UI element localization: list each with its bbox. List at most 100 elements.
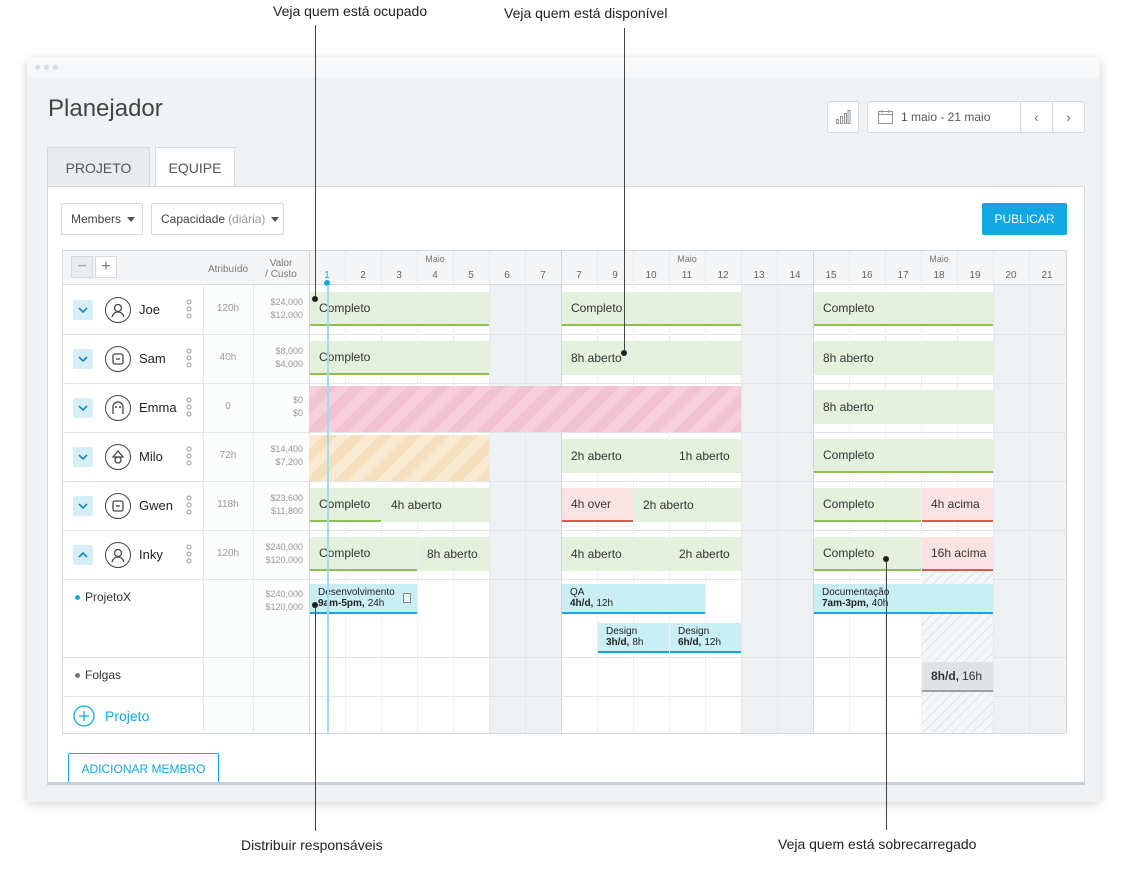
project-cost: $120,000: [265, 602, 303, 612]
overbooked-segment[interactable]: 4h over: [562, 488, 633, 522]
member-menu-button[interactable]: [185, 297, 193, 321]
value-header-line1: Valor: [269, 258, 293, 269]
avatar: [105, 395, 131, 421]
more-vertical-icon: [186, 397, 192, 417]
capacity-segment[interactable]: Completo: [562, 292, 741, 326]
chevron-right-icon: ›: [1066, 109, 1071, 125]
tab-equipe[interactable]: EQUIPE: [155, 147, 235, 188]
capacity-segment[interactable]: 2h aberto: [634, 488, 741, 522]
task-bar[interactable]: Documentação 7am-3pm, 40h: [814, 584, 993, 614]
member-assigned-hours: 118h: [217, 499, 239, 510]
month-label: Maio: [677, 254, 697, 264]
members-dropdown[interactable]: Members: [61, 203, 143, 235]
capacity-segment[interactable]: 2h aberto: [562, 439, 669, 473]
task-time: 7am-3pm,: [822, 598, 869, 609]
member-menu-button[interactable]: [185, 444, 193, 468]
task-time: 6h/d,: [678, 637, 702, 648]
callout-leader: [624, 28, 625, 354]
schedule-grid: − + Atribuído Valor / Custo Maio Maio Maio 1…: [62, 250, 1067, 734]
task-schedule: 3h/d, 8h: [606, 637, 669, 648]
capacity-label: Capacidade: [161, 212, 226, 226]
members-label: Members: [71, 212, 122, 226]
member-menu-button[interactable]: [185, 346, 193, 370]
next-range-button[interactable]: ›: [1052, 102, 1084, 132]
date-range-label: 1 maio - 21 maio: [901, 110, 991, 124]
add-member-button[interactable]: ADICIONAR MEMBRO: [68, 753, 219, 785]
capacity-segment[interactable]: Completo: [814, 537, 921, 571]
more-vertical-icon: [186, 544, 192, 564]
timeoff-name: Folgas: [85, 668, 122, 682]
task-time: 9am-5pm,: [318, 598, 365, 609]
capacity-segment[interactable]: Completo: [814, 488, 921, 522]
month-label: Maio: [929, 254, 949, 264]
task-bar[interactable]: QA 4h/d, 12h: [562, 584, 705, 614]
capacity-segment[interactable]: Completo: [310, 292, 489, 326]
capacity-segment[interactable]: Completo: [310, 488, 381, 522]
member-value: $24,000: [270, 297, 303, 307]
add-project-button[interactable]: Projeto: [73, 705, 149, 727]
member-value: $240,000: [265, 542, 303, 552]
capacity-segment[interactable]: 8h aberto: [562, 341, 741, 375]
capacity-segment[interactable]: 4h aberto: [382, 488, 489, 522]
capacity-segment[interactable]: 2h aberto: [670, 537, 741, 571]
more-vertical-icon: [186, 495, 192, 515]
row-divider: [63, 530, 1066, 531]
member-name: Joe: [139, 302, 160, 317]
expand-member-button[interactable]: [73, 300, 93, 320]
callout-leader: [886, 560, 887, 830]
expand-member-button[interactable]: [73, 349, 93, 369]
expand-member-button[interactable]: [73, 398, 93, 418]
expand-all-button[interactable]: +: [95, 256, 117, 278]
day-label: 6: [504, 270, 510, 281]
capacity-segment[interactable]: 8h aberto: [814, 341, 993, 375]
weekend-shade: [741, 285, 777, 733]
page-title: Planejador: [48, 95, 163, 122]
capacity-dropdown[interactable]: Capacidade (diária): [151, 203, 284, 235]
capacity-segment[interactable]: Completo: [814, 292, 993, 326]
expand-member-button[interactable]: [73, 447, 93, 467]
task-bar[interactable]: Design 6h/d, 12h: [670, 623, 741, 653]
task-bar[interactable]: Design 3h/d, 8h: [598, 623, 669, 653]
capacity-segment[interactable]: 8h aberto: [814, 390, 993, 424]
day-label: 12: [717, 270, 729, 281]
caret-down-icon: [271, 216, 280, 222]
add-circle-icon: [73, 705, 95, 727]
capacity-segment[interactable]: Completo: [814, 439, 993, 473]
minus-icon: −: [77, 258, 87, 275]
chart-view-button[interactable]: [827, 101, 859, 133]
chevron-down-icon: [78, 356, 88, 362]
capacity-segment[interactable]: Completo: [310, 341, 489, 375]
timeoff-dot: [75, 673, 80, 678]
member-menu-button[interactable]: [185, 493, 193, 517]
panel-shadow: [47, 782, 1085, 785]
grid-header: − + Atribuído Valor / Custo Maio Maio Maio 1…: [63, 251, 1066, 286]
prev-range-button[interactable]: ‹: [1020, 102, 1052, 132]
collapse-all-button[interactable]: −: [71, 256, 93, 278]
more-vertical-icon: [186, 446, 192, 466]
window-dot-icon: [44, 64, 49, 70]
callout-overloaded: Veja quem está sobrecarregado: [778, 836, 977, 852]
expand-member-button[interactable]: [73, 545, 93, 565]
plus-icon: +: [101, 258, 111, 275]
member-cost: $7,200: [275, 457, 303, 467]
robot-icon: [112, 353, 124, 365]
day-gridline: [1029, 251, 1030, 733]
timeoff-bar[interactable]: 8h/d, 16h: [922, 662, 993, 692]
capacity-segment[interactable]: 1h aberto: [670, 439, 741, 473]
capacity-segment[interactable]: 8h aberto: [418, 537, 489, 571]
member-cost: $0: [292, 408, 303, 418]
task-title: Documentação: [822, 587, 890, 598]
tab-projeto[interactable]: PROJETO: [47, 147, 150, 187]
member-menu-button[interactable]: [185, 542, 193, 566]
overbooked-segment[interactable]: 4h acima: [922, 488, 993, 522]
weekend-shade: [489, 285, 525, 733]
member-menu-button[interactable]: [185, 395, 193, 419]
member-name: Sam: [139, 351, 166, 366]
publish-button[interactable]: PUBLICAR: [982, 203, 1067, 235]
expand-member-button[interactable]: [73, 496, 93, 516]
capacity-segment[interactable]: 4h aberto: [562, 537, 669, 571]
day-label: 7: [540, 270, 546, 281]
overbooked-segment[interactable]: 16h acima: [922, 537, 993, 571]
unavailable-hatch: [309, 435, 489, 481]
date-range-picker[interactable]: 1 maio - 21 maio ‹ ›: [867, 101, 1085, 133]
